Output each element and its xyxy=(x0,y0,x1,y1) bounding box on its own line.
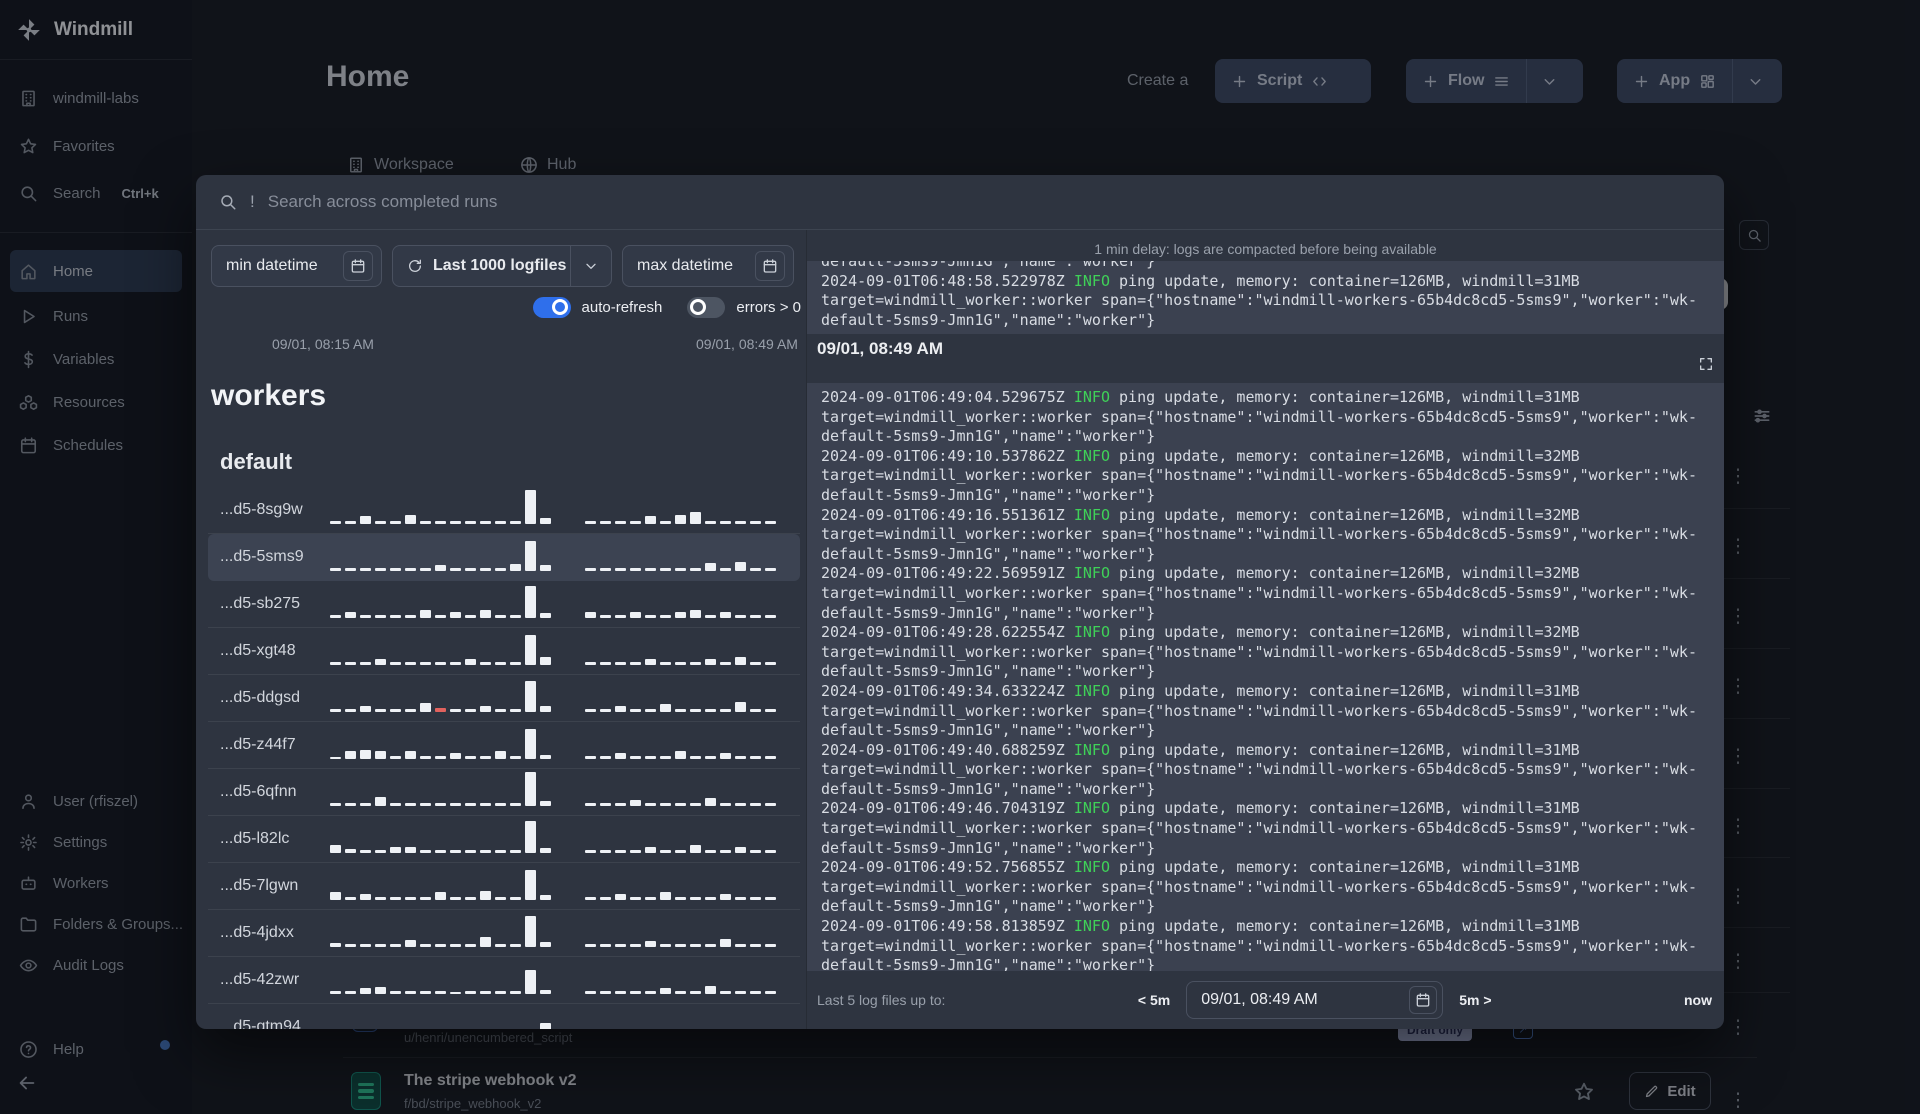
worker-row[interactable]: ...d5-ddgsd xyxy=(208,675,800,722)
worker-row[interactable]: ...d5-4jdxx xyxy=(208,910,800,957)
max-datetime-input[interactable]: max datetime xyxy=(622,245,794,287)
min-datetime-input[interactable]: min datetime xyxy=(211,245,382,287)
log-entry: 2024-09-01T06:49:34.633224Z INFO ping up… xyxy=(821,681,1697,740)
chevron-down-icon xyxy=(583,258,599,274)
worker-list: ...d5-8sg9w ...d5-5sms9 ...d5-sb275 ...d5-x… xyxy=(208,487,800,1029)
log-panel: 1 min delay: logs are compacted before b… xyxy=(806,230,1724,1029)
log-entry: 2024-09-01T06:49:28.622554Z INFO ping up… xyxy=(821,623,1697,681)
worker-row[interactable]: ...d5-l82lc xyxy=(208,816,800,863)
search-placeholder: Search across completed runs xyxy=(267,192,498,211)
now-button[interactable]: now xyxy=(1684,992,1712,1008)
log-datetime-input[interactable]: 09/01, 08:49 AM xyxy=(1186,981,1444,1019)
search-prefix: ! xyxy=(250,192,255,211)
errors-label: errors > 0 xyxy=(736,298,801,316)
worker-activity-sparkline xyxy=(330,490,790,530)
workers-heading: workers xyxy=(211,379,327,412)
logfiles-label: Last 1000 logfiles xyxy=(433,257,567,274)
refresh-icon xyxy=(407,258,423,274)
worker-activity-sparkline xyxy=(330,631,790,671)
log-entry: 2024-09-01T06:49:46.704319Z INFO ping up… xyxy=(821,799,1697,857)
log-footer: Last 5 log files up to: < 5m 09/01, 08:4… xyxy=(807,971,1724,1029)
log-entry: 2024-09-01T06:49:40.688259Z INFO ping up… xyxy=(821,740,1697,798)
log-datetime-value: 09/01, 08:49 AM xyxy=(1201,991,1318,1008)
min-datetime-label: min datetime xyxy=(226,257,318,274)
worker-activity-sparkline xyxy=(330,584,790,624)
worker-row[interactable]: ...d5-5sms9 xyxy=(208,534,800,581)
worker-activity-sparkline xyxy=(330,772,790,812)
clipped-log-line: default-5sms9-Jmn1G","name":"worker"} xyxy=(821,261,1156,270)
log-entry: 2024-09-01T06:49:58.813859Z INFO ping up… xyxy=(821,917,1697,971)
worker-activity-sparkline xyxy=(330,866,790,906)
worker-activity-sparkline xyxy=(330,960,790,1000)
logfiles-chevron[interactable] xyxy=(571,258,611,274)
worker-name: ...d5-42zwr xyxy=(220,971,300,988)
worker-name: ...d5-8sg9w xyxy=(220,501,303,518)
worker-row[interactable]: ...d5-sb275 xyxy=(208,581,800,628)
worker-name: ...d5-6qfnn xyxy=(220,783,297,800)
log-entry: 2024-09-01T06:49:16.551361Z INFO ping up… xyxy=(821,505,1697,563)
log-entry: 2024-09-01T06:49:10.537862Z INFO ping up… xyxy=(821,446,1697,504)
range-end-time: 09/01, 08:49 AM xyxy=(696,336,798,352)
calendar-button[interactable] xyxy=(1409,986,1438,1014)
worker-activity-sparkline xyxy=(330,537,790,577)
errors-toggle[interactable] xyxy=(687,296,726,318)
worker-row[interactable]: ...d5-7lgwn xyxy=(208,863,800,910)
auto-refresh-label: auto-refresh xyxy=(581,298,663,316)
range-start-time: 09/01, 08:15 AM xyxy=(272,336,374,352)
worker-name: ...d5-ddgsd xyxy=(220,689,301,706)
log-search-modal: ! Search across completed runs min datet… xyxy=(196,175,1724,1029)
logfiles-select[interactable]: Last 1000 logfiles xyxy=(392,245,612,287)
calendar-button[interactable] xyxy=(343,251,373,281)
worker-name: ...d5-5sms9 xyxy=(220,548,304,565)
log-entry: 2024-09-01T06:48:58.522978Z INFO ping up… xyxy=(821,271,1697,329)
expand-icon[interactable] xyxy=(1698,356,1714,372)
log-entry: 2024-09-01T06:49:22.569591Z INFO ping up… xyxy=(821,564,1697,622)
worker-activity-sparkline xyxy=(330,1007,790,1029)
log-section-time: 09/01, 08:49 AM xyxy=(817,339,943,358)
calendar-icon xyxy=(1415,992,1431,1008)
search-icon xyxy=(219,193,237,211)
log-entry: 2024-09-01T06:49:52.756855Z INFO ping up… xyxy=(821,858,1697,916)
back-5m-button[interactable]: < 5m xyxy=(1138,992,1170,1008)
worker-name: ...d5-4jdxx xyxy=(220,924,294,941)
worker-row[interactable]: ...d5-z44f7 xyxy=(208,722,800,769)
worker-row[interactable]: ...d5-42zwr xyxy=(208,957,800,1004)
calendar-button[interactable] xyxy=(755,251,785,281)
worker-name: ...d5-z44f7 xyxy=(220,736,296,753)
delay-note: 1 min delay: logs are compacted before b… xyxy=(1094,241,1437,257)
worker-name: ...d5-7lgwn xyxy=(220,877,299,894)
worker-row[interactable]: ...d5-8sg9w xyxy=(208,487,800,534)
auto-refresh-toggle[interactable] xyxy=(532,296,571,318)
log-entry: 2024-09-01T06:49:04.529675Z INFO ping up… xyxy=(821,388,1697,446)
worker-row[interactable]: ...d5-gtm94 xyxy=(208,1004,800,1029)
search-input[interactable]: ! Search across completed runs xyxy=(196,175,1724,230)
log-block-previous: default-5sms9-Jmn1G","name":"worker"} 20… xyxy=(807,261,1724,334)
worker-activity-sparkline xyxy=(330,725,790,765)
worker-activity-sparkline xyxy=(330,913,790,953)
worker-row[interactable]: ...d5-6qfnn xyxy=(208,769,800,816)
worker-name: ...d5-l82lc xyxy=(220,830,290,847)
log-footer-label: Last 5 log files up to: xyxy=(817,992,946,1008)
worker-group-heading: default xyxy=(220,449,293,474)
calendar-icon xyxy=(762,258,778,274)
calendar-icon xyxy=(350,258,366,274)
worker-row[interactable]: ...d5-xgt48 xyxy=(208,628,800,675)
worker-activity-sparkline xyxy=(330,819,790,859)
worker-name: ...d5-sb275 xyxy=(220,595,301,612)
forward-5m-button[interactable]: 5m > xyxy=(1459,992,1491,1008)
max-datetime-label: max datetime xyxy=(637,257,734,274)
worker-activity-sparkline xyxy=(330,678,790,718)
worker-name: ...d5-xgt48 xyxy=(220,642,296,659)
log-block-main: 2024-09-01T06:49:04.529675Z INFO ping up… xyxy=(807,383,1724,971)
worker-name: ...d5-gtm94 xyxy=(220,1018,301,1029)
